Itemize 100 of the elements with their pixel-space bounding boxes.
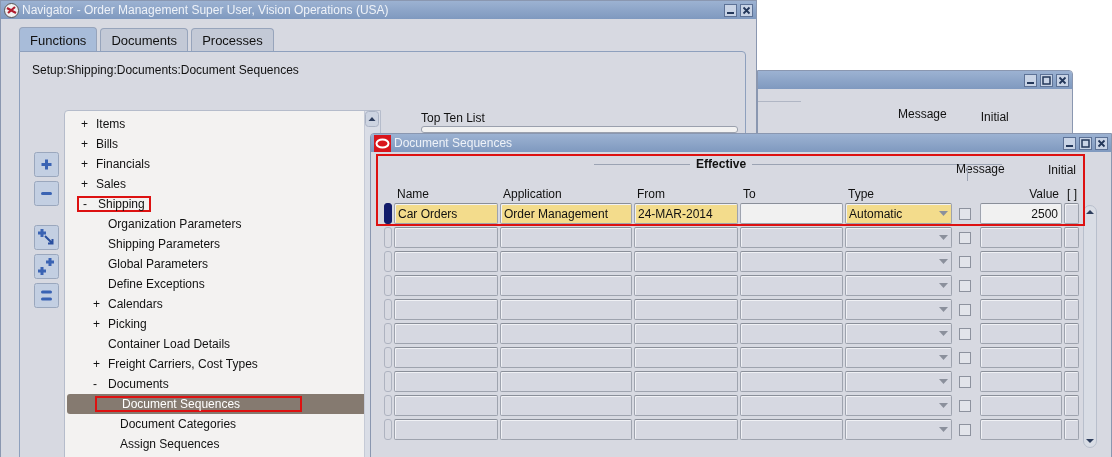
input-field[interactable] <box>980 323 1062 344</box>
row-button[interactable] <box>1064 395 1079 416</box>
tree-item[interactable]: + Financials <box>67 154 364 174</box>
input-field[interactable] <box>980 251 1062 272</box>
tree-item[interactable]: + Freight Carriers, Cost Types <box>67 354 364 374</box>
row-button[interactable] <box>1064 275 1079 296</box>
scrollbar[interactable] <box>1083 205 1097 448</box>
input-field[interactable] <box>500 251 632 272</box>
tree-item[interactable]: Global Parameters <box>67 254 364 274</box>
checkbox[interactable] <box>959 351 971 364</box>
minimize-icon[interactable] <box>1063 136 1076 150</box>
input-field[interactable] <box>980 299 1062 320</box>
checkbox[interactable] <box>959 207 971 220</box>
input-field[interactable] <box>740 419 843 440</box>
input-field[interactable] <box>634 347 738 368</box>
row-button[interactable] <box>1064 323 1079 344</box>
input-field[interactable] <box>500 299 632 320</box>
expand-marker[interactable]: + <box>81 117 96 131</box>
input-field[interactable] <box>394 251 498 272</box>
expand-marker[interactable]: + <box>93 297 108 311</box>
tree-item[interactable]: Container Load Details <box>67 334 364 354</box>
row-button[interactable] <box>1064 347 1079 368</box>
close-icon[interactable] <box>1056 73 1069 87</box>
input-field[interactable] <box>500 275 632 296</box>
expand-marker[interactable]: + <box>93 357 108 371</box>
row-button[interactable] <box>1064 419 1079 440</box>
close-icon[interactable] <box>1095 136 1108 150</box>
tree-item[interactable]: - Shipping <box>67 194 364 214</box>
minimize-icon[interactable] <box>1024 73 1037 87</box>
input-field[interactable] <box>740 395 843 416</box>
input-field[interactable] <box>634 227 738 248</box>
checkbox[interactable] <box>959 279 971 292</box>
input-field[interactable] <box>394 299 498 320</box>
row-button[interactable] <box>1064 203 1079 224</box>
checkbox[interactable] <box>959 327 971 340</box>
input-field[interactable] <box>500 347 632 368</box>
input-field[interactable] <box>634 371 738 392</box>
expand-marker[interactable]: + <box>93 317 108 331</box>
expand-marker[interactable]: + <box>81 157 96 171</box>
input-field[interactable] <box>500 395 632 416</box>
collapse-all-icon[interactable] <box>34 283 59 308</box>
input-field[interactable] <box>500 371 632 392</box>
input-field[interactable] <box>740 347 843 368</box>
input-field[interactable] <box>500 227 632 248</box>
maximize-icon[interactable] <box>1040 73 1053 87</box>
expand-marker[interactable]: - <box>83 197 98 211</box>
input-field[interactable] <box>394 395 498 416</box>
tab[interactable]: Functions <box>19 27 98 51</box>
input-field[interactable]: Car Orders <box>394 203 498 224</box>
dropdown-field[interactable] <box>845 227 952 248</box>
dropdown-field[interactable] <box>845 419 952 440</box>
expand-marker[interactable]: - <box>93 377 108 391</box>
row-button[interactable] <box>1064 251 1079 272</box>
input-field[interactable] <box>980 395 1062 416</box>
tree-item[interactable]: Organization Parameters <box>67 214 364 234</box>
expand-marker[interactable]: + <box>81 137 96 151</box>
input-field[interactable] <box>980 419 1062 440</box>
tree-item[interactable]: Assign Sequences <box>67 434 364 454</box>
expand-icon[interactable] <box>34 152 59 177</box>
tree-item[interactable]: + Calendars <box>67 294 364 314</box>
input-field[interactable] <box>740 251 843 272</box>
input-field[interactable] <box>394 323 498 344</box>
row-button[interactable] <box>1064 227 1079 248</box>
checkbox[interactable] <box>959 375 971 388</box>
expand-all-icon[interactable] <box>34 254 59 279</box>
list-field[interactable] <box>421 126 738 133</box>
input-field[interactable] <box>634 419 738 440</box>
close-icon[interactable] <box>740 3 753 17</box>
tree-item[interactable]: Document Categories <box>67 414 364 434</box>
input-field[interactable] <box>394 371 498 392</box>
input-field[interactable] <box>634 395 738 416</box>
tree-item[interactable]: + Picking <box>67 314 364 334</box>
input-field[interactable] <box>634 299 738 320</box>
dropdown-field[interactable] <box>845 371 952 392</box>
checkbox[interactable] <box>959 423 971 436</box>
minimize-icon[interactable] <box>724 3 737 17</box>
input-field[interactable] <box>740 227 843 248</box>
input-field[interactable] <box>634 275 738 296</box>
checkbox[interactable] <box>959 231 971 244</box>
input-field[interactable] <box>634 323 738 344</box>
checkbox[interactable] <box>959 399 971 412</box>
tree-item[interactable]: Define Exceptions <box>67 274 364 294</box>
dropdown-field[interactable] <box>845 323 952 344</box>
checkbox[interactable] <box>959 303 971 316</box>
dropdown-field[interactable] <box>845 275 952 296</box>
collapse-icon[interactable] <box>34 181 59 206</box>
tab[interactable]: Documents <box>100 28 189 51</box>
input-field[interactable] <box>500 323 632 344</box>
input-field[interactable] <box>740 371 843 392</box>
tree-item[interactable]: - Documents <box>67 374 364 394</box>
input-field[interactable] <box>394 275 498 296</box>
input-field[interactable] <box>980 275 1062 296</box>
tree-item[interactable]: + Sales <box>67 174 364 194</box>
tree-item[interactable]: Shipping Parameters <box>67 234 364 254</box>
row-button[interactable] <box>1064 371 1079 392</box>
input-field[interactable] <box>740 323 843 344</box>
checkbox[interactable] <box>959 255 971 268</box>
tree-item[interactable]: + Items <box>67 114 364 134</box>
maximize-icon[interactable] <box>1079 136 1092 150</box>
input-field[interactable] <box>394 227 498 248</box>
